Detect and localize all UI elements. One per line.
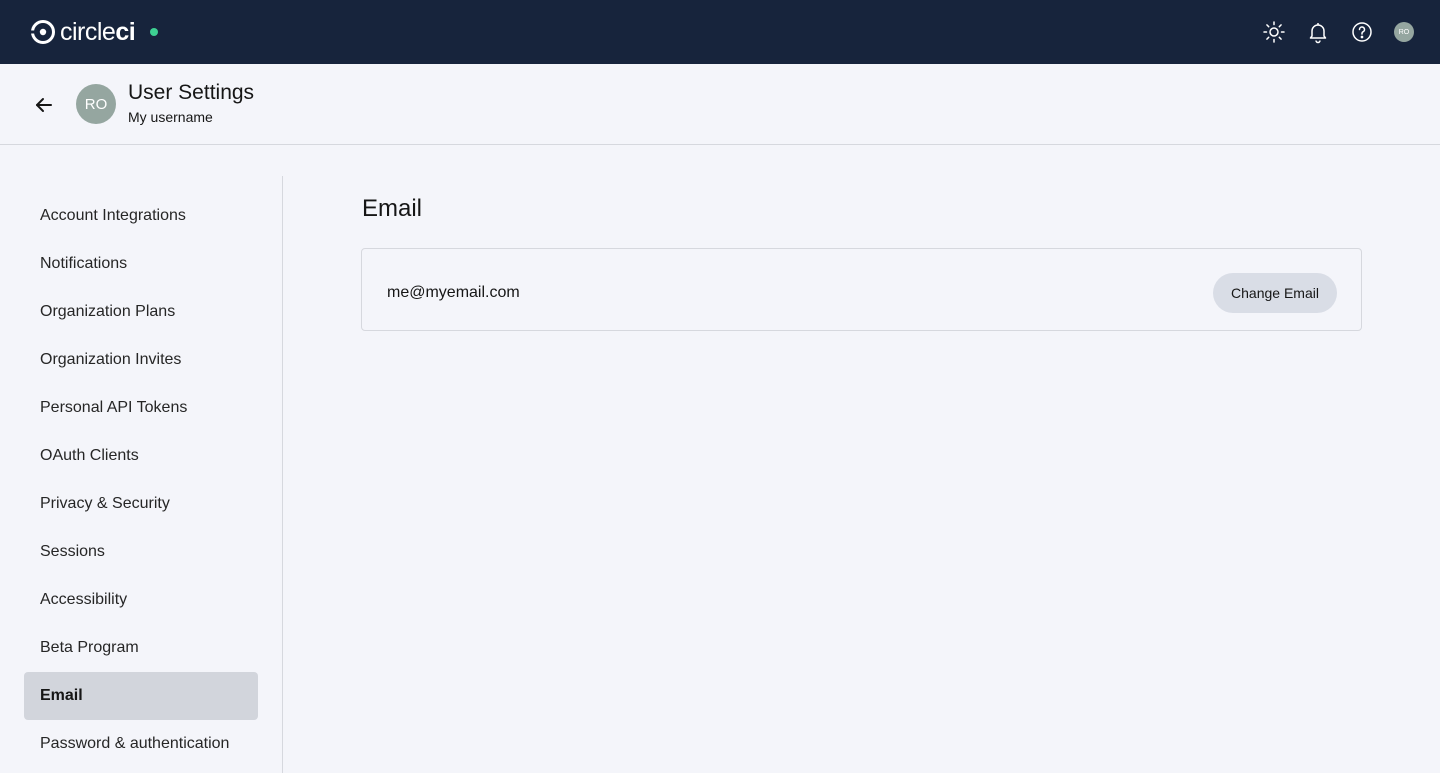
topbar-actions: RO bbox=[1262, 20, 1414, 44]
sidebar-item-personal-api-tokens[interactable]: Personal API Tokens bbox=[24, 384, 258, 432]
top-bar: circleci RO bbox=[0, 0, 1440, 64]
page-header: RO User Settings My username bbox=[0, 64, 1440, 145]
sidebar-item-account-integrations[interactable]: Account Integrations bbox=[24, 192, 258, 240]
sidebar-item-password-authentication[interactable]: Password & authentication bbox=[24, 720, 258, 768]
page-subtitle: My username bbox=[128, 109, 213, 125]
sidebar-item-organization-plans[interactable]: Organization Plans bbox=[24, 288, 258, 336]
page-title: User Settings bbox=[128, 81, 255, 104]
sidebar-item-privacy-security[interactable]: Privacy & Security bbox=[24, 480, 258, 528]
sidebar-item-notifications[interactable]: Notifications bbox=[24, 240, 258, 288]
logo-text: circleci bbox=[60, 17, 136, 46]
email-address: me@myemail.com bbox=[387, 284, 520, 301]
user-avatar-menu[interactable]: RO bbox=[1394, 22, 1414, 42]
sun-icon[interactable] bbox=[1262, 20, 1286, 44]
sidebar-item-beta-program[interactable]: Beta Program bbox=[24, 624, 258, 672]
help-icon[interactable] bbox=[1350, 20, 1374, 44]
sidebar-item-email[interactable]: Email bbox=[24, 672, 258, 720]
change-email-button[interactable]: Change Email bbox=[1213, 273, 1337, 313]
back-arrow-icon[interactable] bbox=[32, 93, 56, 117]
sidebar-item-oauth-clients[interactable]: OAuth Clients bbox=[24, 432, 258, 480]
section-title: Email bbox=[362, 195, 423, 222]
bell-icon[interactable] bbox=[1306, 20, 1330, 44]
sidebar-item-accessibility[interactable]: Accessibility bbox=[24, 576, 258, 624]
user-avatar: RO bbox=[76, 84, 116, 124]
settings-sidebar: Account Integrations Notifications Organ… bbox=[24, 192, 258, 768]
logo-text-light: circle bbox=[60, 17, 116, 46]
sidebar-divider bbox=[282, 176, 283, 773]
sidebar-item-sessions[interactable]: Sessions bbox=[24, 528, 258, 576]
sidebar-item-organization-invites[interactable]: Organization Invites bbox=[24, 336, 258, 384]
logo-text-bold: ci bbox=[115, 17, 136, 46]
status-dot bbox=[150, 28, 159, 36]
circleci-logo-icon bbox=[31, 20, 55, 44]
circleci-logo[interactable]: circleci bbox=[31, 17, 159, 46]
email-card: me@myemail.com Change Email bbox=[361, 248, 1362, 331]
